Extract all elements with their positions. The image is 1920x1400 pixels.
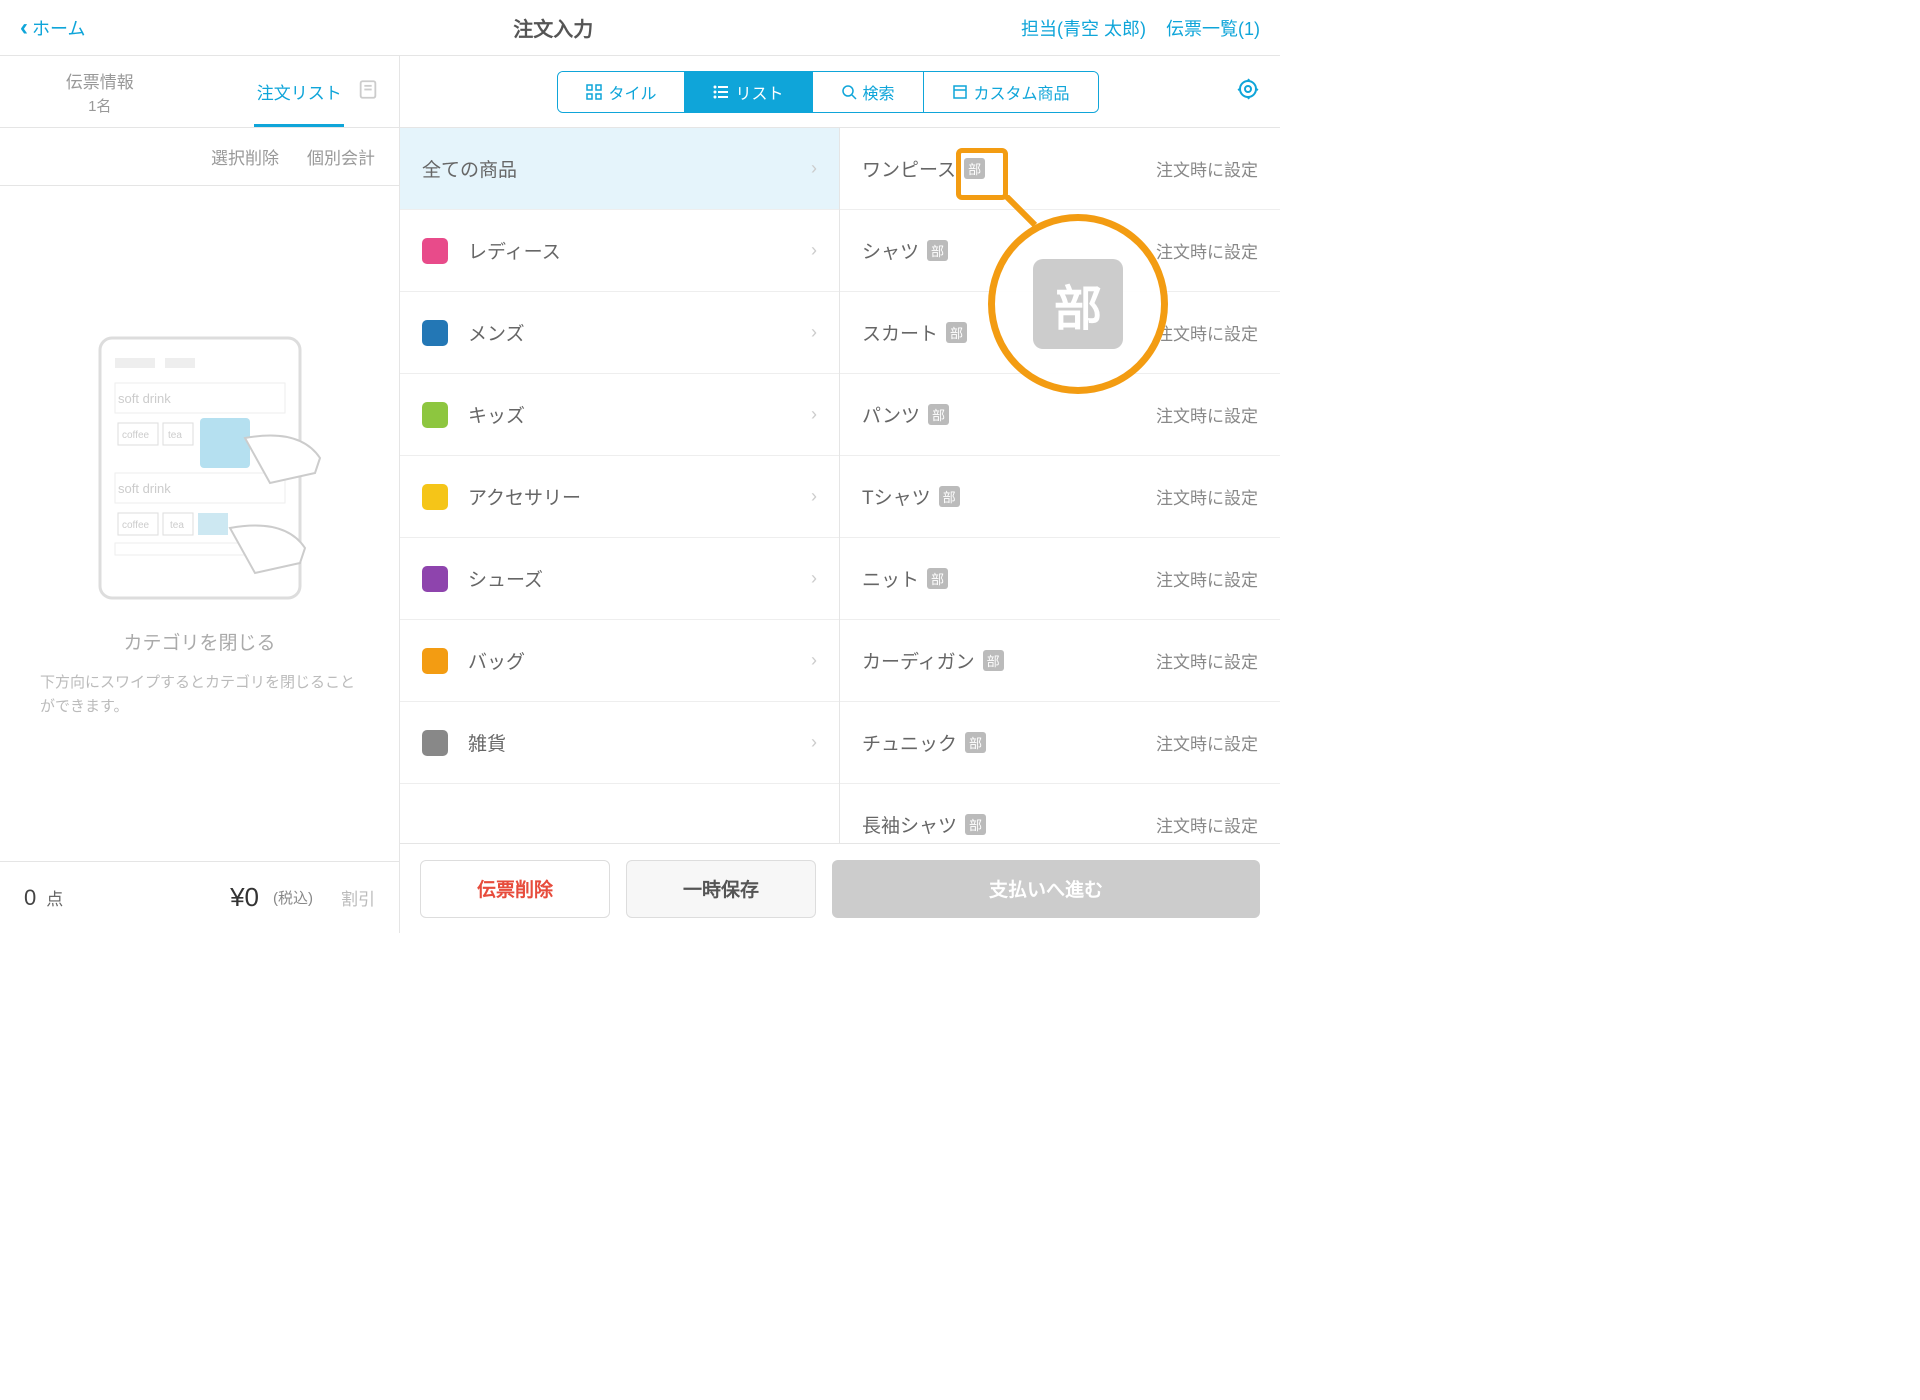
category-swatch bbox=[422, 402, 448, 428]
chevron-right-icon: › bbox=[811, 486, 817, 507]
split-bill[interactable]: 個別会計 bbox=[307, 144, 375, 169]
chevron-right-icon: › bbox=[811, 568, 817, 589]
chevron-right-icon: › bbox=[811, 732, 817, 753]
category-item[interactable]: キッズ› bbox=[400, 374, 839, 456]
chevron-right-icon: › bbox=[811, 650, 817, 671]
discount-button[interactable]: 割引 bbox=[341, 885, 375, 910]
chevron-right-icon: › bbox=[811, 240, 817, 261]
item-count: 0 bbox=[24, 885, 36, 911]
dept-badge: 部 bbox=[964, 158, 985, 179]
product-item[interactable]: チュニック部注文時に設定 bbox=[840, 702, 1280, 784]
product-item[interactable]: 長袖シャツ部注文時に設定 bbox=[840, 784, 1280, 843]
delete-selection[interactable]: 選択削除 bbox=[211, 144, 279, 169]
category-swatch bbox=[422, 730, 448, 756]
delete-slip-button[interactable]: 伝票削除 bbox=[420, 860, 610, 918]
category-swatch bbox=[422, 320, 448, 346]
dept-badge: 部 bbox=[983, 650, 1004, 671]
dept-badge: 部 bbox=[939, 486, 960, 507]
staff-button[interactable]: 担当(青空 太郎) bbox=[1021, 15, 1146, 41]
page-title: 注文入力 bbox=[513, 13, 593, 42]
category-item[interactable]: シューズ› bbox=[400, 538, 839, 620]
view-tile[interactable]: タイル bbox=[558, 72, 685, 112]
tab-order-list[interactable]: 注文リスト bbox=[200, 56, 400, 127]
svg-text:coffee: coffee bbox=[122, 430, 149, 441]
view-search[interactable]: 検索 bbox=[813, 72, 924, 112]
dept-badge: 部 bbox=[965, 814, 986, 835]
view-custom[interactable]: カスタム商品 bbox=[924, 72, 1098, 112]
category-swatch bbox=[422, 238, 448, 264]
product-item[interactable]: シャツ部注文時に設定 bbox=[840, 210, 1280, 292]
note-icon[interactable] bbox=[357, 78, 379, 105]
tab-slip-info[interactable]: 伝票情報 1名 bbox=[0, 56, 200, 127]
category-item[interactable]: メンズ› bbox=[400, 292, 839, 374]
svg-text:tea: tea bbox=[168, 430, 182, 441]
category-item[interactable]: バッグ› bbox=[400, 620, 839, 702]
dept-badge: 部 bbox=[927, 240, 948, 261]
category-item[interactable]: レディース› bbox=[400, 210, 839, 292]
chevron-right-icon: › bbox=[811, 158, 817, 179]
back-button[interactable]: ‹ ホーム bbox=[20, 14, 85, 42]
dept-badge: 部 bbox=[946, 322, 967, 343]
chevron-right-icon: › bbox=[811, 404, 817, 425]
svg-text:soft drink: soft drink bbox=[118, 481, 171, 496]
category-item[interactable]: 雑貨› bbox=[400, 702, 839, 784]
chevron-left-icon: ‹ bbox=[20, 14, 28, 42]
category-swatch bbox=[422, 484, 448, 510]
illustration-desc: 下方向にスワイプするとカテゴリを閉じることができます。 bbox=[30, 671, 369, 719]
svg-text:tea: tea bbox=[170, 520, 184, 531]
category-swatch bbox=[422, 648, 448, 674]
dept-badge: 部 bbox=[928, 404, 949, 425]
svg-text:coffee: coffee bbox=[122, 520, 149, 531]
gear-icon[interactable] bbox=[1236, 77, 1260, 106]
dept-badge: 部 bbox=[927, 568, 948, 589]
total-price: ¥0 bbox=[230, 882, 259, 913]
category-swatch bbox=[422, 566, 448, 592]
product-item[interactable]: ワンピース部注文時に設定 bbox=[840, 128, 1280, 210]
category-item[interactable]: アクセサリー› bbox=[400, 456, 839, 538]
slips-button[interactable]: 伝票一覧(1) bbox=[1166, 15, 1260, 41]
svg-text:soft drink: soft drink bbox=[118, 391, 171, 406]
dept-badge: 部 bbox=[965, 732, 986, 753]
product-item[interactable]: Tシャツ部注文時に設定 bbox=[840, 456, 1280, 538]
proceed-payment-button[interactable]: 支払いへ進む bbox=[832, 860, 1260, 918]
product-item[interactable]: パンツ部注文時に設定 bbox=[840, 374, 1280, 456]
back-label: ホーム bbox=[32, 15, 85, 41]
category-item[interactable]: 全ての商品› bbox=[400, 128, 839, 210]
product-item[interactable]: スカート部注文時に設定 bbox=[840, 292, 1280, 374]
illustration-title: カテゴリを閉じる bbox=[123, 628, 275, 655]
hold-button[interactable]: 一時保存 bbox=[626, 860, 816, 918]
chevron-right-icon: › bbox=[811, 322, 817, 343]
product-item[interactable]: ニット部注文時に設定 bbox=[840, 538, 1280, 620]
product-item[interactable]: カーディガン部注文時に設定 bbox=[840, 620, 1280, 702]
view-list[interactable]: リスト bbox=[685, 72, 812, 112]
illustration: soft drink coffee tea soft drink coffee … bbox=[70, 328, 330, 608]
